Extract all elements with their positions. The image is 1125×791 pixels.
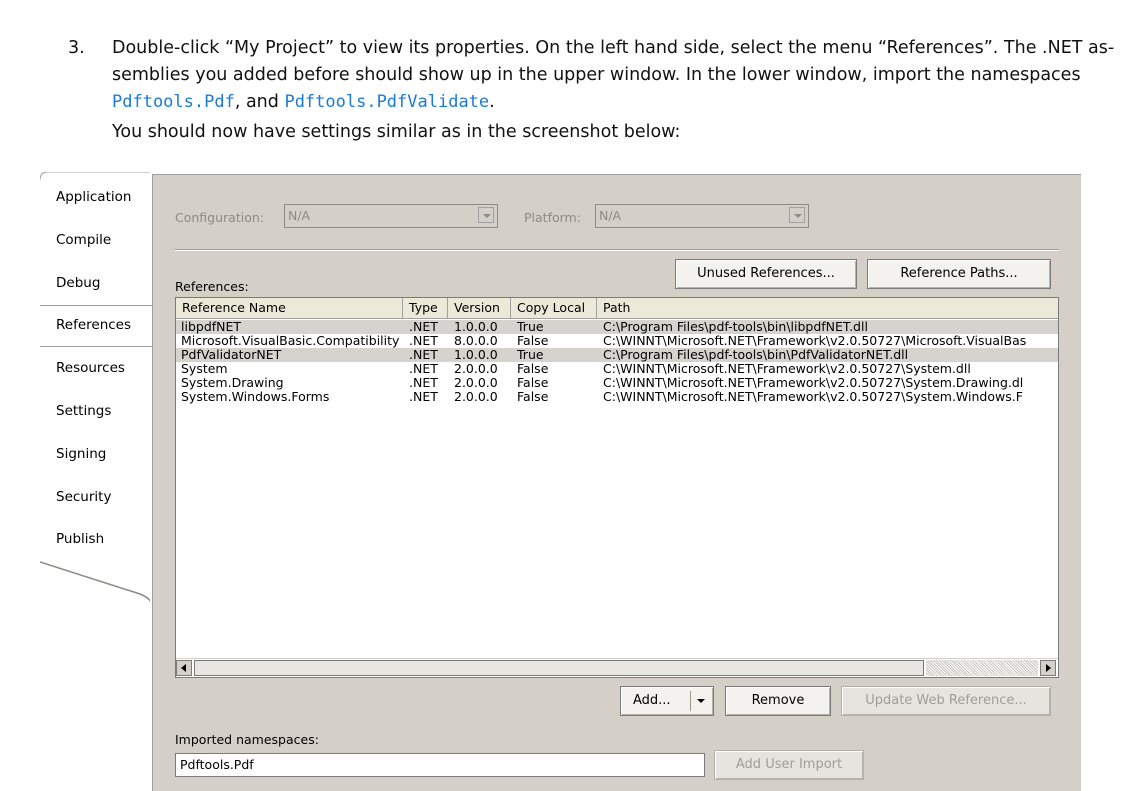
tab-resources[interactable]: Resources	[56, 360, 125, 376]
platform-select[interactable]: N/A	[595, 204, 809, 228]
column-version[interactable]: Version	[448, 298, 511, 318]
cell-name: libpdfNET	[181, 320, 242, 334]
cell-version: 8.0.0.0	[454, 334, 498, 348]
column-copy-local[interactable]: Copy Local	[511, 298, 597, 318]
unused-references-button[interactable]: Unused References...	[675, 259, 857, 289]
step-number: 3.	[68, 38, 85, 58]
cell-type: .NET	[409, 348, 438, 362]
cell-path: C:\WINNT\Microsoft.NET\Framework\v2.0.50…	[603, 376, 1024, 390]
cell-path: C:\WINNT\Microsoft.NET\Framework\v2.0.50…	[603, 334, 1027, 348]
imported-namespaces-label: Imported namespaces:	[175, 732, 319, 747]
cell-copy: False	[517, 362, 549, 376]
namespace-pdfvalidate-code: Pdftools.PdfValidate	[284, 92, 490, 112]
tab-settings[interactable]: Settings	[56, 403, 111, 419]
cell-type: .NET	[409, 334, 438, 348]
add-button[interactable]: Add...	[620, 686, 714, 716]
namespace-pdf-code: Pdftools.Pdf	[112, 92, 235, 112]
cell-copy: True	[517, 348, 544, 362]
cell-path: C:\WINNT\Microsoft.NET\Framework\v2.0.50…	[603, 390, 1023, 404]
scrollbar-thumb[interactable]	[194, 660, 924, 676]
scrollbar-track[interactable]	[926, 660, 1038, 676]
scroll-right-icon[interactable]	[1040, 660, 1056, 676]
cell-name: PdfValidatorNET	[181, 348, 282, 362]
cell-version: 1.0.0.0	[454, 348, 498, 362]
references-list-header: Reference Name Type Version Copy Local P…	[176, 298, 1058, 319]
instruction-line-1: Double-click “My Project” to view its pr…	[112, 38, 1115, 58]
remove-button[interactable]: Remove	[725, 686, 831, 716]
add-button-label: Add...	[633, 693, 671, 708]
cell-version: 2.0.0.0	[454, 362, 498, 376]
cell-name: System.Drawing	[181, 376, 284, 390]
chevron-down-icon[interactable]	[789, 207, 805, 223]
cell-name: System	[181, 362, 228, 376]
tab-publish[interactable]: Publish	[56, 531, 104, 547]
table-row[interactable]: PdfValidatorNET .NET 1.0.0.0 True C:\Program…	[176, 348, 1058, 362]
instruction-period: .	[489, 92, 495, 112]
properties-sidebar: Application Compile Debug References Res…	[40, 172, 153, 790]
column-type[interactable]: Type	[403, 298, 448, 318]
update-web-reference-button[interactable]: Update Web Reference...	[841, 686, 1051, 716]
platform-value: N/A	[599, 208, 622, 223]
table-row[interactable]: libpdfNET .NET 1.0.0.0 True C:\Program Files…	[176, 320, 1058, 334]
instruction-line-2: semblies you added before should show up…	[112, 65, 1081, 85]
cell-version: 2.0.0.0	[454, 376, 498, 390]
column-reference-name[interactable]: Reference Name	[176, 298, 403, 318]
references-panel: Configuration: N/A Platform: N/A Referen…	[152, 174, 1081, 791]
reference-paths-button[interactable]: Reference Paths...	[867, 259, 1051, 289]
tab-signing[interactable]: Signing	[56, 446, 106, 462]
tab-security[interactable]: Security	[56, 489, 111, 505]
instruction-line-4: You should now have settings similar as …	[112, 122, 681, 142]
column-path[interactable]: Path	[597, 298, 1058, 318]
cell-version: 1.0.0.0	[454, 320, 498, 334]
cell-type: .NET	[409, 390, 438, 404]
table-row[interactable]: System .NET 2.0.0.0 False C:\WINNT\Microsoft…	[176, 362, 1058, 376]
cell-copy: False	[517, 376, 549, 390]
table-row[interactable]: Microsoft.VisualBasic.Compatibility .NET 8…	[176, 334, 1058, 348]
table-row[interactable]: System.Drawing .NET 2.0.0.0 False C:\WINNT\M…	[176, 376, 1058, 390]
cell-type: .NET	[409, 376, 438, 390]
cell-path: C:\WINNT\Microsoft.NET\Framework\v2.0.50…	[603, 362, 971, 376]
scroll-left-icon[interactable]	[176, 660, 192, 676]
platform-label: Platform:	[524, 210, 581, 225]
instruction-conjunction: , and	[234, 92, 285, 112]
configuration-label: Configuration:	[175, 210, 264, 225]
add-user-import-button[interactable]: Add User Import	[714, 750, 864, 780]
references-list[interactable]: Reference Name Type Version Copy Local P…	[175, 297, 1059, 678]
cell-path: C:\Program Files\pdf-tools\bin\libpdfNET…	[603, 320, 868, 334]
split-divider	[690, 691, 691, 711]
cell-name: System.Windows.Forms	[181, 390, 330, 404]
cell-name: Microsoft.VisualBasic.Compatibility	[181, 334, 400, 348]
horizontal-scrollbar[interactable]	[176, 658, 1058, 677]
cell-type: .NET	[409, 320, 438, 334]
configuration-select[interactable]: N/A	[284, 204, 498, 228]
sidebar-frame	[40, 172, 150, 602]
cell-path: C:\Program Files\pdf-tools\bin\PdfValida…	[603, 348, 909, 362]
cell-copy: True	[517, 320, 544, 334]
references-label: References:	[175, 279, 249, 294]
cell-type: .NET	[409, 362, 438, 376]
cell-version: 2.0.0.0	[454, 390, 498, 404]
chevron-down-icon[interactable]	[478, 207, 494, 223]
table-row[interactable]: System.Windows.Forms .NET 2.0.0.0 False C:\W…	[176, 390, 1058, 404]
instruction-line-3: Pdftools.Pdf, and Pdftools.PdfValidate.	[112, 89, 495, 116]
tab-references-label: References	[56, 317, 132, 333]
namespace-input[interactable]: Pdftools.Pdf	[175, 753, 705, 777]
tab-application[interactable]: Application	[56, 189, 131, 205]
tab-debug[interactable]: Debug	[56, 275, 100, 291]
tab-compile[interactable]: Compile	[56, 232, 111, 248]
cell-copy: False	[517, 390, 549, 404]
cell-copy: False	[517, 334, 549, 348]
separator	[175, 249, 1059, 251]
tab-references[interactable]: References	[40, 305, 153, 347]
chevron-down-icon[interactable]	[697, 699, 705, 703]
project-properties-window: Application Compile Debug References Res…	[40, 172, 1081, 791]
configuration-value: N/A	[288, 208, 311, 223]
